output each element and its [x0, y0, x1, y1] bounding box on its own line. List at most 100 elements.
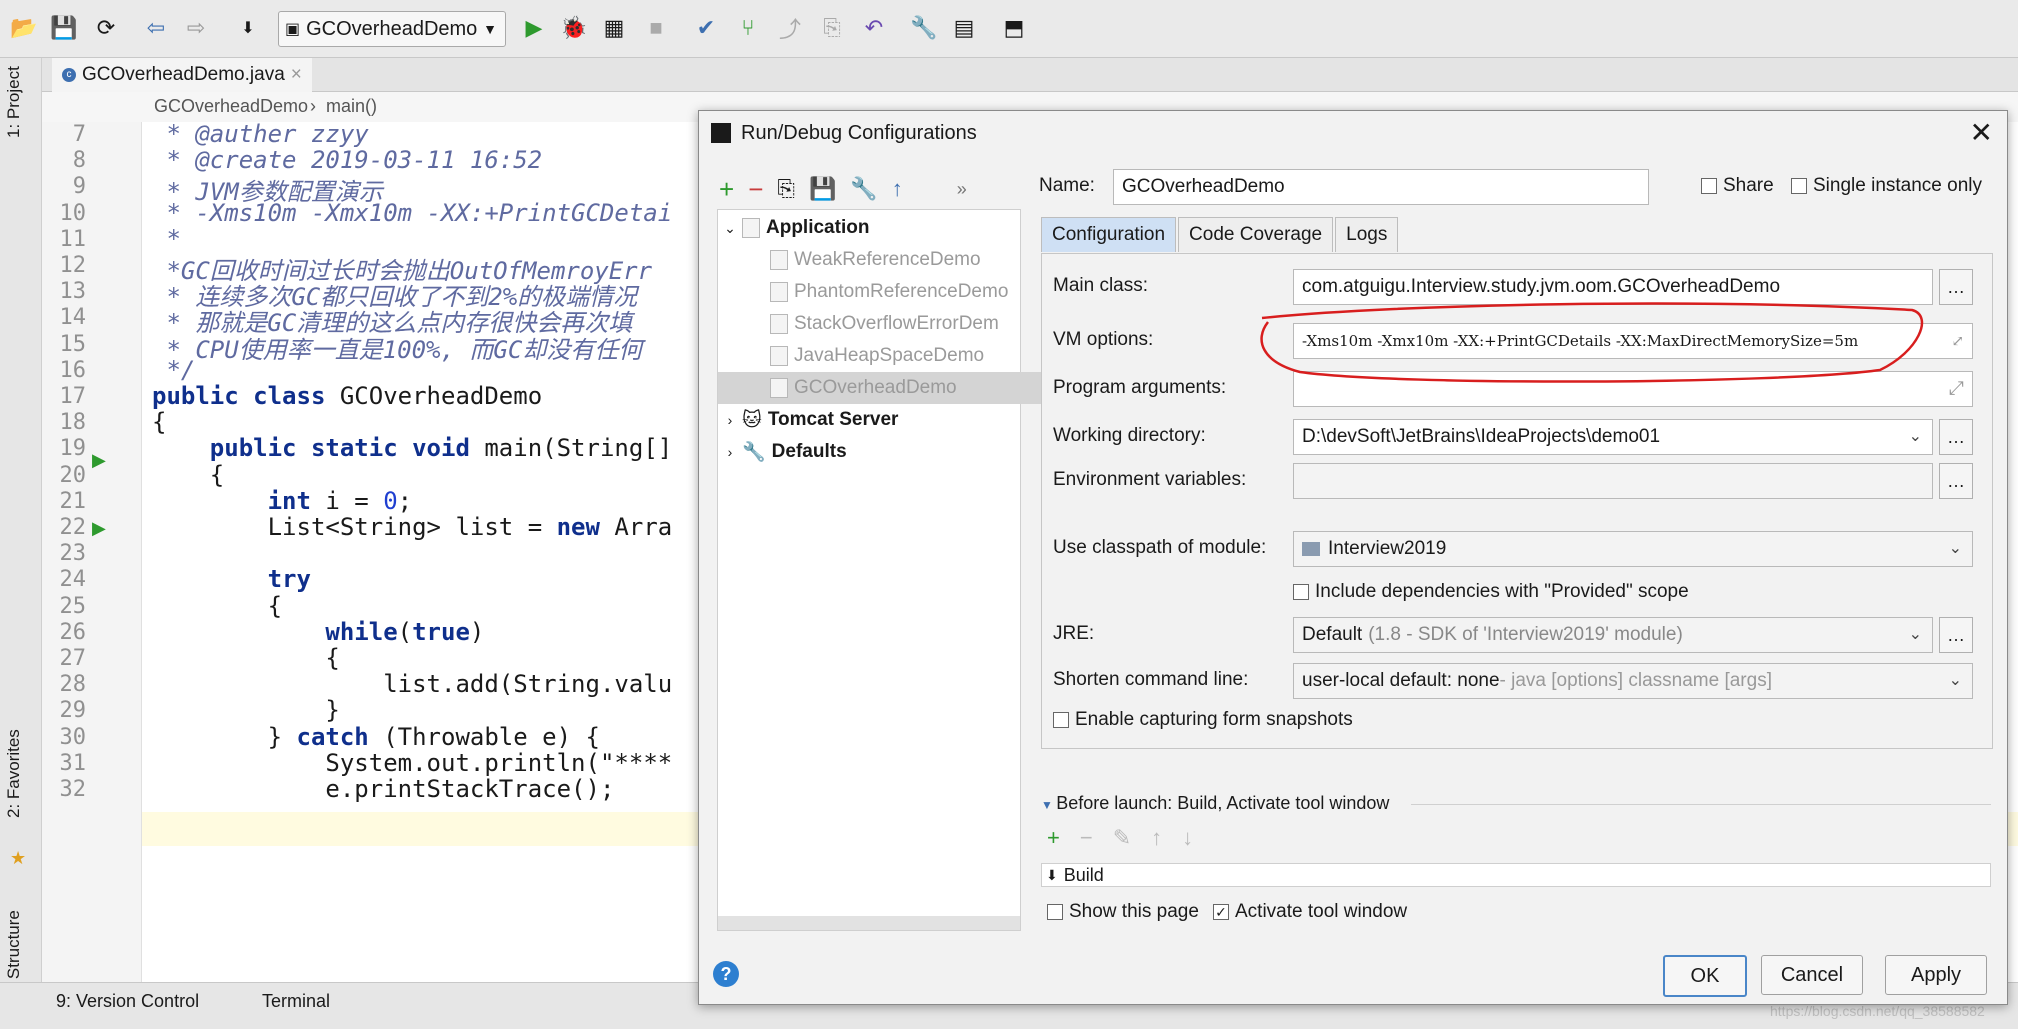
vcs-commit-icon[interactable]: ⑂	[734, 14, 762, 42]
before-launch-item[interactable]: Build	[1064, 865, 1104, 886]
classpath-module-select[interactable]: Interview2019 ⌄	[1293, 531, 1973, 567]
forward-arrow-icon[interactable]: ⇨	[182, 14, 210, 42]
open-folder-icon[interactable]: 📂	[10, 14, 38, 42]
expand-icon[interactable]: ⤢	[1951, 332, 1964, 350]
project-tool-tab[interactable]: 1: Project	[4, 66, 24, 138]
terminal-tab[interactable]: Terminal	[262, 991, 330, 1012]
form-snapshots-checkbox[interactable]: Enable capturing form snapshots	[1053, 709, 1353, 731]
chevron-down-icon: ⌄	[1908, 428, 1922, 445]
back-arrow-icon[interactable]: ⇦	[142, 14, 170, 42]
coverage-icon[interactable]: ▦	[600, 14, 628, 42]
checkbox-icon	[1701, 177, 1717, 194]
tab-configuration[interactable]: Configuration	[1041, 217, 1177, 252]
sdk-icon[interactable]: ⬒	[1000, 14, 1028, 42]
activate-tool-checkbox[interactable]: ✓ Activate tool window	[1213, 901, 1407, 923]
apply-button[interactable]: Apply	[1885, 955, 1987, 995]
editor-file-tab[interactable]: c GCOverheadDemo.java ×	[52, 58, 312, 95]
tree-scrollbar[interactable]	[718, 916, 1020, 930]
single-instance-checkbox[interactable]: Single instance only	[1791, 175, 1982, 197]
run-gutter-icon[interactable]: ▶	[92, 450, 106, 471]
remove-config-icon[interactable]: −	[748, 174, 763, 205]
code-line: List<String> list = new Arra	[267, 513, 673, 541]
show-page-checkbox[interactable]: Show this page	[1047, 901, 1199, 923]
add-task-icon[interactable]: +	[1047, 825, 1060, 851]
edit-defaults-icon[interactable]: 🔧	[850, 176, 877, 202]
more-icon[interactable]: »	[957, 179, 967, 200]
tab-code-coverage[interactable]: Code Coverage	[1178, 217, 1334, 252]
shorten-command-select[interactable]: user-local default: none - java [options…	[1293, 663, 1973, 699]
code-line: public class GCOverheadDemo	[152, 382, 543, 410]
build-icon[interactable]: ⬇	[234, 14, 262, 42]
help-button[interactable]: ?	[713, 961, 739, 987]
line-number: 24	[59, 567, 87, 593]
line-number: 27	[59, 646, 87, 671]
stop-icon[interactable]: ■	[642, 14, 670, 42]
revert-icon[interactable]: ↶	[860, 14, 888, 42]
sync-icon[interactable]: ⟳	[92, 14, 120, 42]
name-label: Name:	[1039, 175, 1095, 196]
settings-wrench-icon[interactable]: 🔧	[910, 14, 938, 42]
browse-jre-button[interactable]: …	[1939, 617, 1973, 653]
run-gutter-icon[interactable]: ▶	[92, 518, 106, 539]
vm-options-value: -Xms10m -Xmx10m -XX:+PrintGCDetails -XX:…	[1302, 332, 1859, 350]
run-config-label: GCOverheadDemo	[306, 17, 478, 40]
run-config-select[interactable]: ▣ GCOverheadDemo ▼	[278, 11, 506, 47]
vcs-update-icon[interactable]: ✔	[692, 14, 720, 42]
move-down-icon[interactable]: ↓	[1182, 825, 1193, 851]
wrench-icon: 🔧	[742, 442, 766, 463]
edit-task-icon[interactable]: ✎	[1113, 825, 1131, 851]
include-dependencies-checkbox[interactable]: Include dependencies with "Provided" sco…	[1293, 581, 1689, 603]
save-config-icon[interactable]: 💾	[809, 176, 836, 202]
line-number: 9	[72, 174, 86, 200]
tree-group-tomcat[interactable]: › 🐱 Tomcat Server	[718, 404, 1020, 436]
chevron-down-icon: ⌄	[1908, 626, 1922, 643]
code-line: {	[152, 644, 340, 672]
vm-options-input[interactable]: -Xms10m -Xmx10m -XX:+PrintGCDetails -XX:…	[1293, 323, 1973, 359]
browse-directory-button[interactable]: …	[1939, 419, 1973, 455]
remove-task-icon[interactable]: −	[1080, 825, 1093, 851]
move-up-icon[interactable]: ↑	[1151, 825, 1162, 851]
close-tab-icon[interactable]: ×	[291, 64, 302, 86]
favorites-tool-tab[interactable]: 2: Favorites	[4, 729, 24, 818]
jre-label: JRE:	[1053, 623, 1095, 644]
module-icon	[1302, 542, 1320, 556]
jre-select[interactable]: Default (1.8 - SDK of 'Interview2019' mo…	[1293, 617, 1933, 653]
program-arguments-input[interactable]: ⤢	[1293, 371, 1973, 407]
environment-variables-input[interactable]	[1293, 463, 1933, 499]
tree-item[interactable]: JavaHeapSpaceDemo	[718, 340, 1072, 372]
tree-group-defaults[interactable]: › 🔧 Defaults	[718, 436, 1020, 468]
tree-item[interactable]: StackOverflowErrorDem	[718, 308, 1072, 340]
single-instance-label: Single instance only	[1813, 175, 1982, 196]
triangle-down-icon: ▼	[1041, 798, 1057, 812]
working-directory-select[interactable]: D:\devSoft\JetBrains\IdeaProjects\demo01…	[1293, 419, 1933, 455]
version-control-tab[interactable]: 9: Version Control	[56, 991, 199, 1012]
move-up-icon[interactable]: ↑	[892, 176, 903, 202]
vcs-push-icon[interactable]: ⤴	[776, 14, 804, 42]
cancel-button[interactable]: Cancel	[1761, 955, 1863, 995]
debug-icon[interactable]: 🐞	[560, 14, 588, 42]
run-icon[interactable]: ▶	[520, 14, 548, 42]
tab-logs[interactable]: Logs	[1335, 217, 1399, 252]
before-launch-header[interactable]: ▼ Before launch: Build, Activate tool wi…	[1041, 793, 1389, 814]
main-class-input[interactable]: com.atguigu.Interview.study.jvm.oom.GCOv…	[1293, 269, 1933, 305]
close-icon[interactable]: ✕	[1970, 119, 1993, 147]
class-config-icon	[770, 250, 788, 270]
browse-main-class-button[interactable]: …	[1939, 269, 1973, 305]
tree-item[interactable]: PhantomReferenceDemo	[718, 276, 1072, 308]
tree-group-application[interactable]: ⌄ Application	[718, 212, 1020, 244]
name-input[interactable]: GCOverheadDemo	[1113, 169, 1649, 205]
line-number: 13	[59, 279, 87, 305]
save-icon[interactable]: 💾	[50, 14, 78, 42]
edit-env-button[interactable]: …	[1939, 463, 1973, 499]
tree-item-selected[interactable]: GCOverheadDemo	[718, 372, 1072, 404]
copy-config-icon[interactable]: ⎘	[777, 176, 795, 202]
vcs-history-icon[interactable]: ⎘	[818, 14, 846, 42]
share-checkbox[interactable]: Share	[1701, 175, 1774, 197]
project-structure-icon[interactable]: ▤	[950, 14, 978, 42]
ok-button[interactable]: OK	[1663, 955, 1747, 997]
chevron-down-icon: ⌄	[724, 219, 736, 236]
add-config-icon[interactable]: +	[719, 174, 734, 205]
tree-item[interactable]: WeakReferenceDemo	[718, 244, 1072, 276]
dialog-title: Run/Debug Configurations	[741, 121, 977, 144]
expand-icon[interactable]: ⤢	[1949, 378, 1964, 400]
